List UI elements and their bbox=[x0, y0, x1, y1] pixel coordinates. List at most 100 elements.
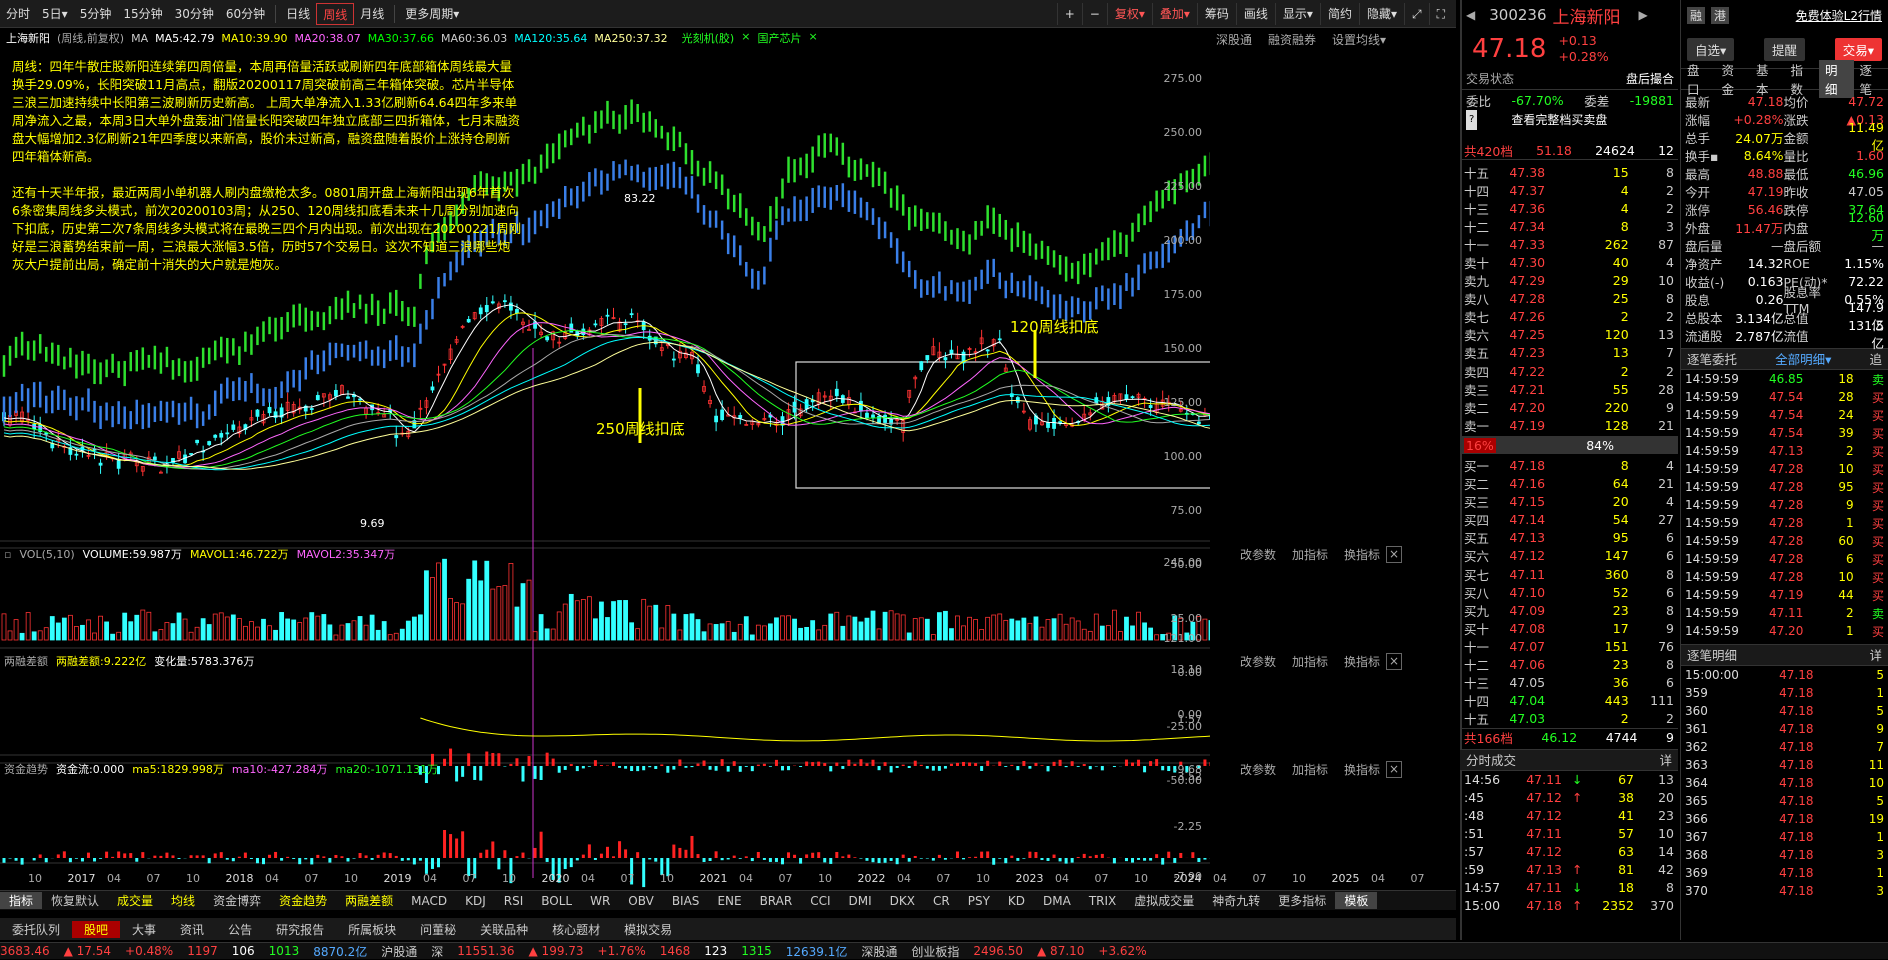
book-row[interactable]: 卖七47.2622 bbox=[1460, 308, 1678, 326]
book-row[interactable]: 买四47.145427 bbox=[1460, 511, 1678, 529]
book-row[interactable]: 卖一47.1912821 bbox=[1460, 416, 1678, 434]
toolbar-btn-4[interactable]: 显示▾ bbox=[1275, 3, 1320, 25]
indicator-tab[interactable]: BOLL bbox=[532, 894, 581, 908]
pane-link[interactable]: 加指标 bbox=[1292, 761, 1328, 778]
book-row[interactable]: 买九47.09238 bbox=[1460, 601, 1678, 619]
bottom-tab[interactable]: 委托队列 bbox=[0, 921, 72, 938]
book-row[interactable]: 买五47.13956 bbox=[1460, 529, 1678, 547]
period-4[interactable]: 30分钟 bbox=[169, 3, 220, 25]
close-icon[interactable]: × bbox=[1386, 546, 1402, 563]
indicator-tab[interactable]: 成交量 bbox=[108, 892, 162, 909]
book-row[interactable]: 十四47.04443111 bbox=[1460, 692, 1678, 710]
indicator-tab[interactable]: OBV bbox=[619, 894, 663, 908]
indicator-tab[interactable]: TRIX bbox=[1080, 894, 1125, 908]
indicator-tab[interactable]: MACD bbox=[402, 894, 456, 908]
full-book-link[interactable]: 查看完整档买卖盘 bbox=[1511, 110, 1607, 130]
close-icon[interactable]: × bbox=[808, 30, 817, 46]
period-0[interactable]: 分时 bbox=[0, 3, 36, 25]
bottom-tab[interactable]: 核心题材 bbox=[540, 921, 612, 938]
period-7[interactable]: 周线 bbox=[316, 3, 354, 25]
book-row[interactable]: 十二47.3483 bbox=[1460, 217, 1678, 235]
bottom-tab[interactable]: 模拟交易 bbox=[612, 921, 684, 938]
book-row[interactable]: 买十47.08179 bbox=[1460, 619, 1678, 637]
book-row[interactable]: 十一47.3326287 bbox=[1460, 235, 1678, 253]
book-row[interactable]: 卖三47.215528 bbox=[1460, 380, 1678, 398]
book-row[interactable]: 卖八47.28258 bbox=[1460, 290, 1678, 308]
book-row[interactable]: 十四47.3742 bbox=[1460, 181, 1678, 199]
book-row[interactable]: 买三47.15204 bbox=[1460, 493, 1678, 511]
book-row[interactable]: 卖六47.2512013 bbox=[1460, 326, 1678, 344]
indicator-tab[interactable]: 资金博弈 bbox=[204, 892, 270, 909]
pane-link[interactable]: 改参数 bbox=[1240, 653, 1276, 670]
book-row[interactable]: 十五47.38158 bbox=[1460, 163, 1678, 181]
close-icon[interactable]: × bbox=[741, 30, 750, 46]
period-9[interactable]: 更多周期▾ bbox=[399, 3, 465, 25]
indicator-tab[interactable]: 模板 bbox=[1335, 892, 1377, 909]
stats-tab[interactable]: 基本 bbox=[1750, 60, 1785, 98]
bottom-tab[interactable]: 股吧 bbox=[72, 921, 120, 938]
indicator-tab[interactable]: 指标 bbox=[0, 892, 42, 909]
header-link[interactable]: 设置均线▾ bbox=[1332, 31, 1386, 48]
indicator-tab[interactable]: DMI bbox=[840, 894, 881, 908]
period-1[interactable]: 5日▾ bbox=[36, 3, 74, 25]
indicator-tab[interactable]: KDJ bbox=[456, 894, 495, 908]
indicator-tab[interactable]: CR bbox=[924, 894, 959, 908]
book-row[interactable]: 十二47.06238 bbox=[1460, 655, 1678, 673]
pane-link[interactable]: 换指标 bbox=[1344, 761, 1380, 778]
indicator-tab[interactable]: BIAS bbox=[663, 894, 709, 908]
indicator-tab[interactable]: CCI bbox=[801, 894, 839, 908]
quote-btn[interactable]: 自选▾ bbox=[1687, 38, 1734, 61]
bottom-tab[interactable]: 问董秘 bbox=[408, 921, 468, 938]
period-5[interactable]: 60分钟 bbox=[220, 3, 271, 25]
pane-link[interactable]: 加指标 bbox=[1292, 653, 1328, 670]
quote-btn[interactable]: 提醒 bbox=[1764, 38, 1805, 61]
book-row[interactable]: 买八47.10526 bbox=[1460, 583, 1678, 601]
bottom-tab[interactable]: 大事 bbox=[120, 921, 168, 938]
pane-link[interactable]: 换指标 bbox=[1344, 653, 1380, 670]
bottom-tab[interactable]: 关联品种 bbox=[468, 921, 540, 938]
indicator-tab[interactable]: 均线 bbox=[162, 892, 204, 909]
toolbar-btn-5[interactable]: 简约 bbox=[1320, 3, 1359, 25]
concept-tag[interactable]: 光刻机(胶) bbox=[682, 30, 735, 46]
toolbar-btn-1[interactable]: 叠加▾ bbox=[1152, 3, 1197, 25]
book-row[interactable]: 十三47.3642 bbox=[1460, 199, 1678, 217]
pane-link[interactable]: 换指标 bbox=[1344, 546, 1380, 563]
close-icon[interactable]: × bbox=[1386, 653, 1402, 670]
order-follow-button[interactable]: 追 bbox=[1869, 349, 1882, 369]
zoom-in-icon[interactable]: + bbox=[1057, 3, 1082, 25]
period-6[interactable]: 日线 bbox=[280, 3, 316, 25]
header-link[interactable]: 深股通 bbox=[1216, 31, 1252, 48]
book-row[interactable]: 十一47.0715176 bbox=[1460, 637, 1678, 655]
indicator-tab[interactable]: 两融差额 bbox=[336, 892, 402, 909]
bottom-tab[interactable]: 研究报告 bbox=[264, 921, 336, 938]
toolbar-btn-3[interactable]: 画线 bbox=[1236, 3, 1275, 25]
quote-btn[interactable]: 交易▾ bbox=[1835, 38, 1882, 61]
indicator-tab[interactable]: BRAR bbox=[751, 894, 802, 908]
indicator-tab[interactable]: WR bbox=[581, 894, 619, 908]
header-link[interactable]: 融资融券 bbox=[1268, 31, 1316, 48]
period-3[interactable]: 15分钟 bbox=[117, 3, 168, 25]
indicator-tab[interactable]: ENE bbox=[708, 894, 750, 908]
concept-tag[interactable]: 国产芯片 bbox=[757, 30, 801, 46]
pane-link[interactable]: 改参数 bbox=[1240, 546, 1276, 563]
ticks-detail-button[interactable]: 详 bbox=[1659, 750, 1672, 770]
indicator-tab[interactable]: DKX bbox=[881, 894, 924, 908]
book-row[interactable]: 买六47.121476 bbox=[1460, 547, 1678, 565]
indicator-tab[interactable]: KD bbox=[999, 894, 1034, 908]
period-2[interactable]: 5分钟 bbox=[74, 3, 118, 25]
order-filter[interactable]: 全部明细▾ bbox=[1775, 349, 1831, 369]
fullscreen-icon[interactable]: ⛶ bbox=[1429, 3, 1452, 25]
book-row[interactable]: 买七47.113608 bbox=[1460, 565, 1678, 583]
prev-stock-icon[interactable]: ◀ bbox=[1466, 8, 1475, 22]
close-icon[interactable]: × bbox=[1386, 761, 1402, 778]
indicator-tab[interactable]: 更多指标 bbox=[1269, 892, 1335, 909]
indicator-tab[interactable]: 神奇九转 bbox=[1203, 892, 1269, 909]
toolbar-btn-6[interactable]: 隐藏▾ bbox=[1359, 3, 1404, 25]
indicator-tab[interactable]: RSI bbox=[495, 894, 533, 908]
indicator-tab[interactable]: 资金趋势 bbox=[270, 892, 336, 909]
book-row[interactable]: 卖二47.202209 bbox=[1460, 398, 1678, 416]
book-row[interactable]: 卖四47.2222 bbox=[1460, 362, 1678, 380]
toolbar-btn-2[interactable]: 筹码 bbox=[1197, 3, 1236, 25]
zoom-out-icon[interactable]: − bbox=[1082, 3, 1107, 25]
book-row[interactable]: 卖十47.30404 bbox=[1460, 253, 1678, 271]
